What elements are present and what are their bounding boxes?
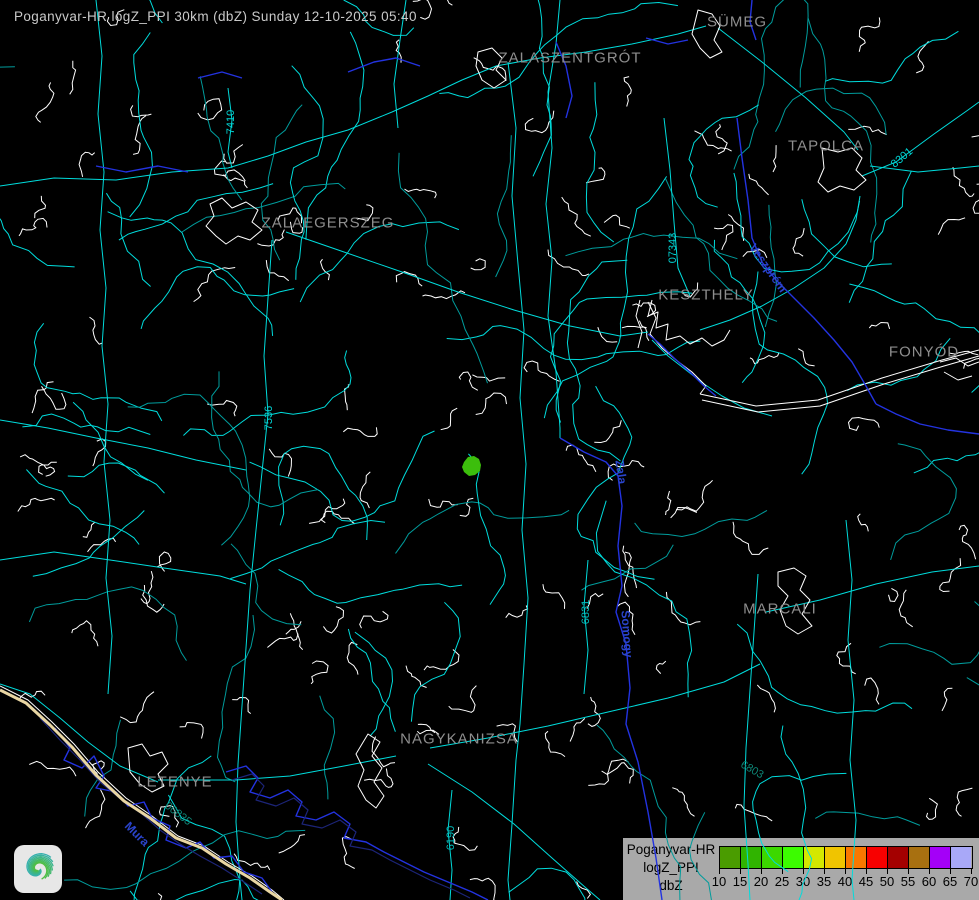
town-label: TAPOLCA bbox=[788, 138, 864, 155]
legend-swatch bbox=[741, 847, 762, 868]
legend-colorbar bbox=[719, 846, 973, 869]
radar-echo bbox=[462, 456, 481, 476]
map-texture-layer bbox=[0, 0, 979, 900]
town-label: FONYÓD bbox=[889, 344, 959, 361]
water-dark-layer bbox=[40, 718, 470, 898]
map-labels: SÜMEG ZALASZENTGRÓT TAPOLCA ZALAEGERSZEG KES… bbox=[0, 0, 979, 900]
legend-swatch bbox=[762, 847, 783, 868]
legend-swatch bbox=[720, 847, 741, 868]
legend-tick-label: 15 bbox=[733, 874, 747, 889]
region-label: Somogy bbox=[618, 610, 635, 658]
town-label: KESZTHELY bbox=[658, 287, 753, 304]
water-layer bbox=[55, 0, 979, 900]
region-label: Zala bbox=[612, 459, 629, 485]
legend-tick-label: 40 bbox=[838, 874, 852, 889]
legend-swatch bbox=[867, 847, 888, 868]
legend-ticklabels: 10152025303540455055606570 bbox=[719, 874, 973, 890]
legend-swatch bbox=[804, 847, 825, 868]
road-number-label: 6803 bbox=[738, 759, 765, 782]
legend-tick-label: 20 bbox=[754, 874, 768, 889]
roads-layer bbox=[0, 0, 979, 900]
spiral-icon bbox=[14, 845, 62, 893]
road-number-label: 7410 bbox=[225, 110, 237, 134]
legend-tick-label: 30 bbox=[796, 874, 810, 889]
road-number-label: 6831 bbox=[580, 600, 592, 624]
region-label: Mura bbox=[122, 819, 152, 849]
town-label: SÜMEG bbox=[707, 14, 767, 31]
road-number-label: 8301 bbox=[889, 146, 915, 171]
legend-tick-label: 45 bbox=[859, 874, 873, 889]
radar-title: Poganyvar-HR logZ_PPI 30km (dbZ) Sunday … bbox=[14, 9, 417, 24]
legend-tick-label: 10 bbox=[712, 874, 726, 889]
legend-swatch bbox=[783, 847, 804, 868]
region-label: Veszprém bbox=[746, 241, 790, 295]
legend-tick-label: 25 bbox=[775, 874, 789, 889]
town-label: ZALASZENTGRÓT bbox=[498, 50, 641, 67]
met-logo[interactable] bbox=[14, 845, 62, 893]
legend-swatch bbox=[825, 847, 846, 868]
legend-swatch bbox=[909, 847, 930, 868]
legend-tick-label: 65 bbox=[943, 874, 957, 889]
legend: Poganyvar-HR logZ_PPI dbZ 10 15 20 25 30 35 40… bbox=[622, 837, 979, 900]
legend-swatch bbox=[846, 847, 867, 868]
town-label: NAGYKANIZSA bbox=[400, 731, 518, 748]
legend-title: Poganyvar-HR logZ_PPI dbZ bbox=[623, 841, 719, 895]
town-label: LETENYE bbox=[137, 774, 212, 791]
radar-map bbox=[0, 0, 979, 900]
legend-swatch bbox=[951, 847, 971, 868]
town-label: ZALAEGERSZEG bbox=[262, 215, 395, 232]
road-number-label: 6190 bbox=[445, 826, 457, 850]
legend-radar-name: Poganyvar-HR bbox=[623, 841, 719, 859]
legend-tick-label: 70 bbox=[964, 874, 978, 889]
legend-tick-label: 50 bbox=[880, 874, 894, 889]
legend-unit: dbZ bbox=[623, 877, 719, 895]
legend-tick-label: 55 bbox=[901, 874, 915, 889]
town-label: MARCALI bbox=[743, 601, 817, 618]
legend-swatch bbox=[930, 847, 951, 868]
legend-swatch bbox=[888, 847, 909, 868]
legend-tick-label: 35 bbox=[817, 874, 831, 889]
road-number-label: 7536 bbox=[263, 406, 275, 430]
outlines-layer bbox=[0, 10, 979, 900]
road-number-label: 07343 bbox=[667, 233, 679, 264]
radar-screen: Poganyvar-HR logZ_PPI dbZ 10 15 20 25 30 35 40… bbox=[0, 0, 979, 900]
road-number-label: 06835 bbox=[162, 800, 193, 828]
legend-tick-label: 60 bbox=[922, 874, 936, 889]
legend-product-name: logZ_PPI bbox=[623, 859, 719, 877]
legend-colorbar-wrap: 10152025303540455055606570 bbox=[719, 846, 972, 898]
